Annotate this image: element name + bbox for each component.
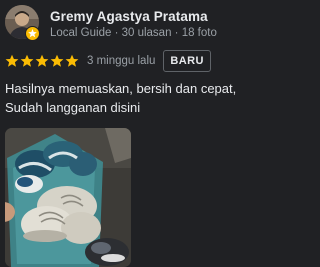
local-guide-star-icon bbox=[28, 29, 37, 38]
review-text: Hasilnya memuaskan, bersih dan cepat, Su… bbox=[5, 79, 257, 117]
star-icon bbox=[20, 54, 34, 67]
reviewer-name[interactable]: Gremy Agastya Pratama bbox=[50, 9, 208, 24]
review-photo[interactable] bbox=[5, 128, 131, 267]
review-text-line: Sudah langganan disini bbox=[5, 100, 141, 115]
star-rating bbox=[5, 54, 79, 68]
review-text-line: Hasilnya memuaskan, bersih dan cepat, bbox=[5, 81, 237, 96]
star-icon bbox=[50, 54, 64, 67]
star-icon bbox=[35, 54, 49, 67]
new-badge: BARU bbox=[163, 50, 211, 72]
reviewer-meta: Local Guide · 30 ulasan · 18 foto bbox=[50, 27, 217, 39]
local-guide-badge bbox=[25, 26, 40, 41]
star-icon bbox=[65, 54, 79, 67]
star-icon bbox=[5, 54, 19, 67]
review-time: 3 minggu lalu bbox=[87, 55, 156, 67]
review-photo-shoes-icon bbox=[5, 128, 131, 267]
review-card: Gremy Agastya Pratama Local Guide · 30 u… bbox=[0, 0, 258, 267]
rating-row: 3 minggu lalu BARU bbox=[5, 50, 211, 72]
